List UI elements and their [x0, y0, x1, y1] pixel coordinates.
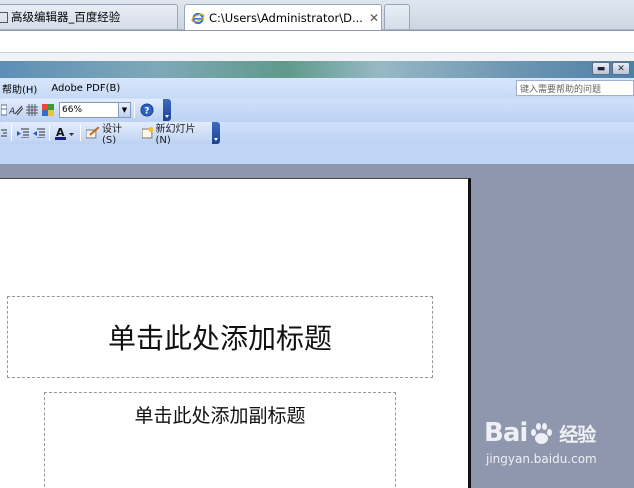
decrease-indent-icon[interactable]: [15, 124, 31, 142]
new-slide-icon: [141, 127, 154, 139]
toolbar-row-standard: A 66% ▼ ?: [0, 98, 634, 122]
design-button[interactable]: 设计(S): [84, 124, 138, 146]
toolbar-separator: [10, 125, 12, 141]
increase-indent-icon[interactable]: [31, 124, 47, 142]
table-icon[interactable]: [0, 101, 8, 119]
tab-label: 高级编辑器_百度经验: [11, 10, 121, 24]
formatting-toolbar: A 设计(S) 新幻灯片(N): [0, 122, 220, 146]
tab-baidu-editor[interactable]: 高级编辑器_百度经验: [0, 4, 178, 29]
close-icon[interactable]: ✕: [369, 11, 379, 25]
title-placeholder[interactable]: 单击此处添加标题: [7, 296, 433, 378]
watermark-logo: Bai 经验: [484, 418, 596, 448]
watermark-brand-right: 经验: [559, 423, 596, 446]
zoom-select[interactable]: 66% ▼: [59, 102, 131, 118]
watermark-url: jingyan.baidu.com: [486, 452, 597, 466]
new-slide-label: 新幻灯片(N): [155, 124, 196, 146]
toolbar-area-fill: [0, 144, 634, 164]
menu-adobe-pdf[interactable]: Adobe PDF(B): [51, 83, 120, 94]
tab-local-file[interactable]: C:\Users\Administrator\D... ✕: [184, 4, 382, 30]
help-icon[interactable]: ?: [138, 101, 156, 119]
watermark-brand-left: Bai: [484, 418, 528, 448]
close-window-icon[interactable]: ✕: [612, 62, 630, 75]
new-tab-button[interactable]: [384, 4, 410, 29]
baidu-jingyan-watermark: Bai 经验 jingyan.baidu.com: [478, 418, 634, 482]
slide-canvas: 单击此处添加标题 单击此处添加副标题: [0, 178, 471, 488]
toolbar-row-formatting: A 设计(S) 新幻灯片(N): [0, 122, 634, 146]
color-grayscale-icon[interactable]: [40, 101, 56, 119]
standard-toolbar: A 66% ▼ ?: [0, 99, 171, 121]
chevron-down-icon[interactable]: ▼: [118, 103, 130, 117]
design-icon: [86, 127, 100, 139]
new-slide-button[interactable]: 新幻灯片(N): [140, 124, 212, 146]
toolbar-options-icon[interactable]: [163, 99, 171, 121]
toolbar-separator: [134, 102, 135, 118]
font-color-icon[interactable]: A: [53, 124, 77, 142]
svg-text:?: ?: [144, 107, 149, 117]
svg-text:A: A: [9, 107, 15, 116]
align-right-icon[interactable]: [0, 124, 8, 142]
browser-chrome-gap: [0, 53, 634, 61]
menu-help[interactable]: 帮助(H): [2, 81, 37, 96]
title-placeholder-text: 单击此处添加标题: [107, 322, 332, 355]
toolbar-separator: [80, 125, 82, 141]
toolbar-options-icon[interactable]: [212, 122, 220, 144]
office-title-bar: [0, 61, 634, 78]
subtitle-placeholder-text: 单击此处添加副标题: [134, 405, 306, 427]
expand-all-icon[interactable]: A: [8, 101, 24, 119]
show-grid-icon[interactable]: [24, 101, 40, 119]
tab-label: C:\Users\Administrator\D...: [209, 10, 363, 25]
internet-explorer-icon: [191, 12, 205, 24]
browser-tab-strip: 高级编辑器_百度经验 C:\Users\Administrator\D... ✕: [0, 0, 634, 30]
minimize-icon[interactable]: ▬: [592, 62, 610, 75]
address-bar-area: [0, 31, 634, 53]
paw-icon: [529, 421, 553, 445]
help-search-input[interactable]: 键入需要帮助的问题: [516, 80, 634, 96]
zoom-value: 66%: [62, 105, 83, 115]
toolbar-separator: [49, 125, 51, 141]
page-icon: [0, 11, 8, 23]
design-label: 设计(S): [101, 124, 122, 146]
subtitle-placeholder[interactable]: 单击此处添加副标题: [44, 392, 396, 488]
